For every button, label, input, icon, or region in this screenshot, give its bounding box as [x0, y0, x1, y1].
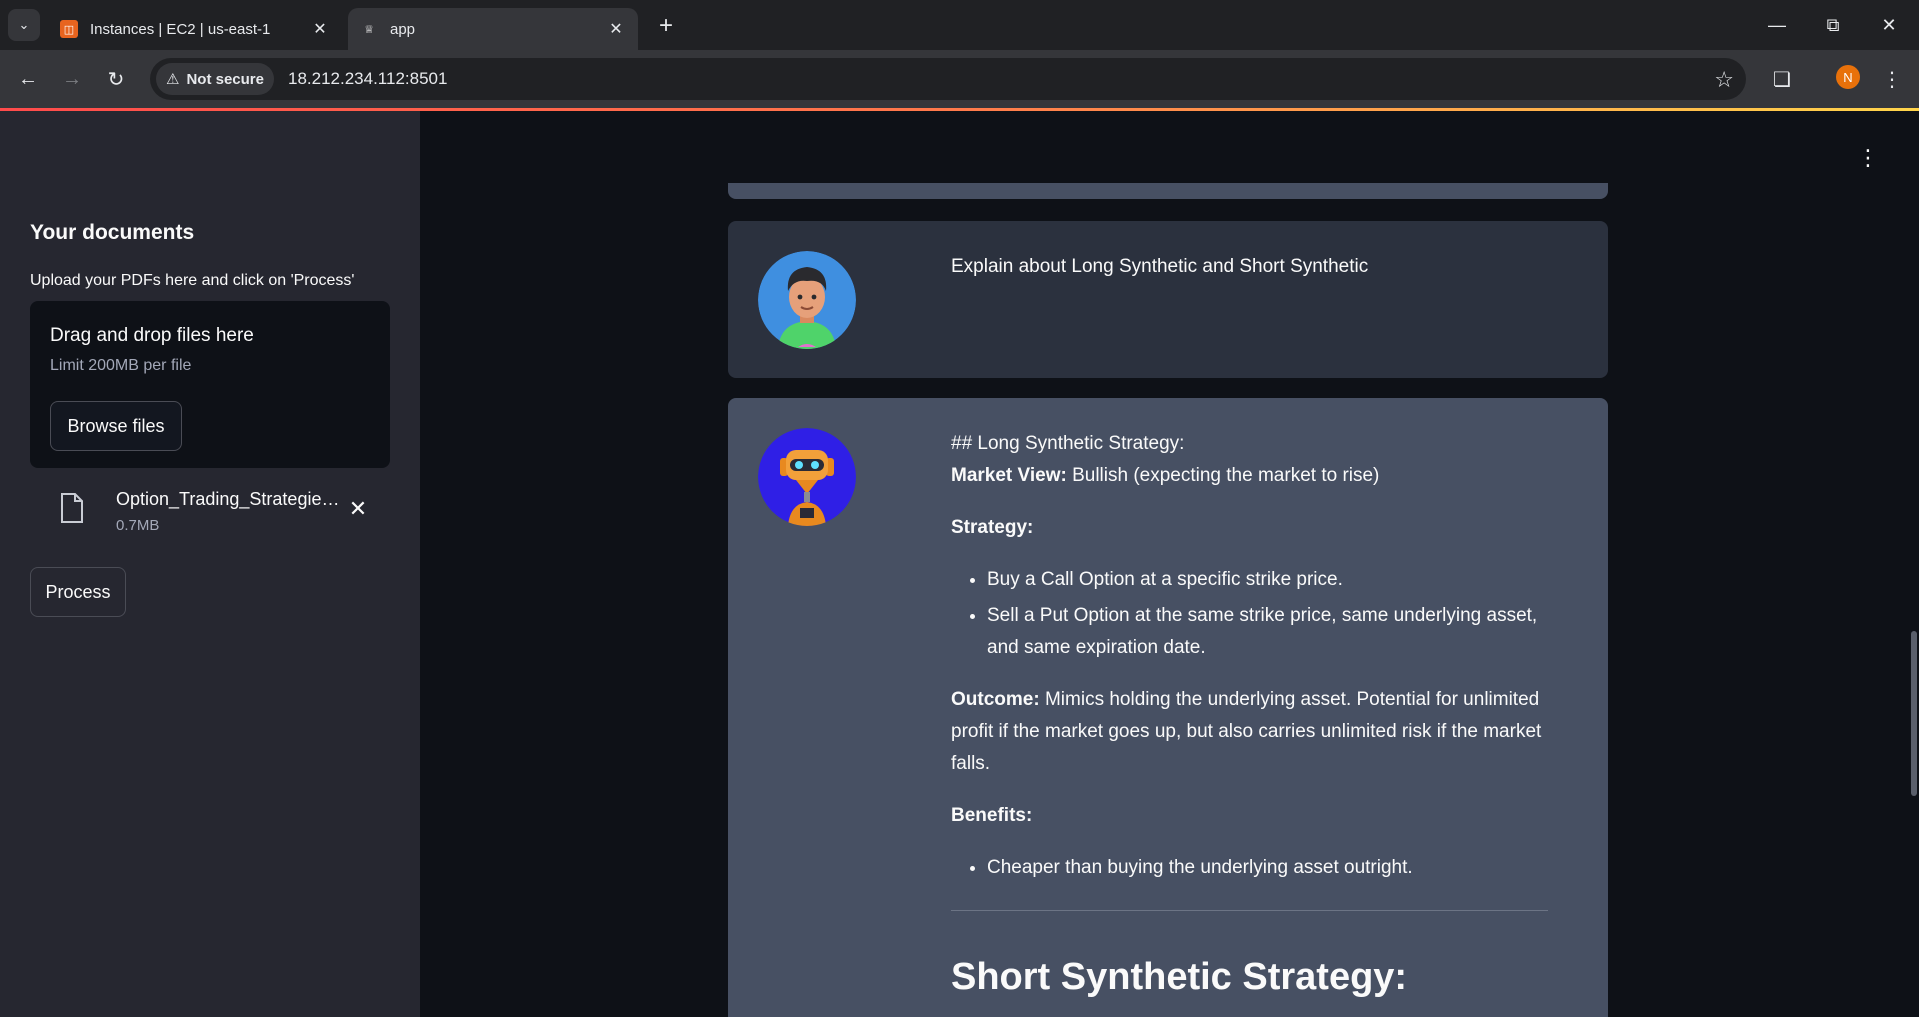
tab-title: app: [390, 20, 416, 38]
user-chat-message: Explain about Long Synthetic and Short S…: [728, 221, 1608, 378]
benefits-list: Cheaper than buying the underlying asset…: [987, 852, 1548, 884]
tab-app[interactable]: ♕ app ✕: [348, 8, 638, 50]
strategy-label: Strategy:: [951, 517, 1034, 538]
assistant-message-text: ## Long Synthetic Strategy: Market View:…: [951, 428, 1548, 999]
tab-title: Instances | EC2 | us-east-1: [90, 20, 271, 38]
tab-search-chevron-icon[interactable]: ⌄: [8, 9, 40, 41]
file-icon: [61, 493, 83, 523]
raw-heading-line: ## Long Synthetic Strategy:: [951, 433, 1185, 454]
file-size: 0.7MB: [116, 517, 160, 534]
user-avatar: [758, 251, 856, 349]
security-indicator[interactable]: ⚠ Not secure: [156, 63, 274, 95]
strategy-list: Buy a Call Option at a specific strike p…: [987, 564, 1548, 664]
tab-ec2-instances[interactable]: ◫ Instances | EC2 | us-east-1 ✕: [48, 8, 342, 50]
back-arrow-icon[interactable]: ←: [12, 63, 44, 95]
dropzone-title: Drag and drop files here: [50, 325, 254, 346]
scrollbar-thumb[interactable]: [1911, 631, 1917, 796]
forward-arrow-icon[interactable]: →: [56, 63, 88, 95]
streamlit-crown-icon: ♕: [364, 23, 374, 36]
reload-icon[interactable]: ↻: [100, 63, 132, 95]
outcome-text: Mimics holding the underlying asset. Pot…: [951, 689, 1542, 774]
new-tab-plus-icon[interactable]: +: [652, 12, 680, 40]
sidebar: Your documents Upload your PDFs here and…: [0, 111, 420, 1017]
outcome-paragraph: Outcome: Mimics holding the underlying a…: [951, 684, 1548, 780]
dropzone-limit: Limit 200MB per file: [50, 357, 192, 374]
section-heading: Short Synthetic Strategy:: [951, 956, 1408, 998]
restore-icon[interactable]: ⧉: [1818, 10, 1848, 40]
robot-avatar: [758, 428, 856, 526]
user-message-text: Explain about Long Synthetic and Short S…: [951, 256, 1369, 277]
app-menu-kebab-icon[interactable]: ⋮: [1857, 145, 1879, 171]
list-item: Sell a Put Option at the same strike pri…: [987, 600, 1548, 664]
assistant-chat-message: ## Long Synthetic Strategy: Market View:…: [728, 398, 1608, 1017]
window-close-icon[interactable]: ✕: [1874, 10, 1904, 40]
bookmark-star-icon[interactable]: ☆: [1714, 67, 1734, 93]
minimize-icon[interactable]: —: [1762, 10, 1792, 40]
market-view-paragraph: Market View: Bullish (expecting the mark…: [951, 460, 1548, 492]
sidebar-title: Your documents: [30, 221, 195, 244]
outcome-label: Outcome:: [951, 689, 1040, 710]
browser-toolbar: ← → ↻ ⚠ Not secure 18.212.234.112:8501 ☆…: [0, 50, 1919, 108]
previous-message-edge: [728, 183, 1608, 199]
list-item: Cheaper than buying the underlying asset…: [987, 852, 1548, 884]
file-name: Option_Trading_Strategies.pdf: [116, 489, 342, 509]
divider: [951, 910, 1548, 911]
address-bar[interactable]: ⚠ Not secure 18.212.234.112:8501 ☆: [150, 58, 1746, 100]
aws-icon: ◫: [60, 20, 78, 38]
close-icon[interactable]: ✕: [606, 19, 626, 39]
process-button[interactable]: Process: [30, 567, 126, 617]
profile-avatar[interactable]: N: [1836, 65, 1860, 89]
benefits-label: Benefits:: [951, 805, 1033, 826]
uploaded-file-item: Option_Trading_Strategies.pdf 0.7MB ✕: [30, 481, 390, 545]
extensions-puzzle-icon[interactable]: ❏: [1766, 63, 1798, 95]
warning-triangle-icon: ⚠: [166, 71, 180, 88]
browser-menu-kebab-icon[interactable]: ⋮: [1876, 63, 1908, 95]
close-icon[interactable]: ✕: [310, 19, 330, 39]
browser-tab-bar: ⌄ ◫ Instances | EC2 | us-east-1 ✕ ♕ app …: [0, 0, 1919, 50]
uploader-label: Upload your PDFs here and click on 'Proc…: [30, 272, 355, 289]
list-item: Buy a Call Option at a specific strike p…: [987, 564, 1548, 596]
browse-files-button[interactable]: Browse files: [50, 401, 182, 451]
url-text[interactable]: 18.212.234.112:8501: [288, 69, 447, 89]
file-dropzone[interactable]: Drag and drop files here Limit 200MB per…: [30, 301, 390, 468]
market-view-text: Bullish (expecting the market to rise): [1066, 465, 1380, 486]
remove-file-close-icon[interactable]: ✕: [346, 496, 370, 521]
market-view-label: Market View:: [951, 465, 1067, 486]
security-label: Not secure: [186, 70, 264, 88]
main-content: ⋮ Explain about Long Synthetic and Short…: [420, 111, 1919, 1017]
